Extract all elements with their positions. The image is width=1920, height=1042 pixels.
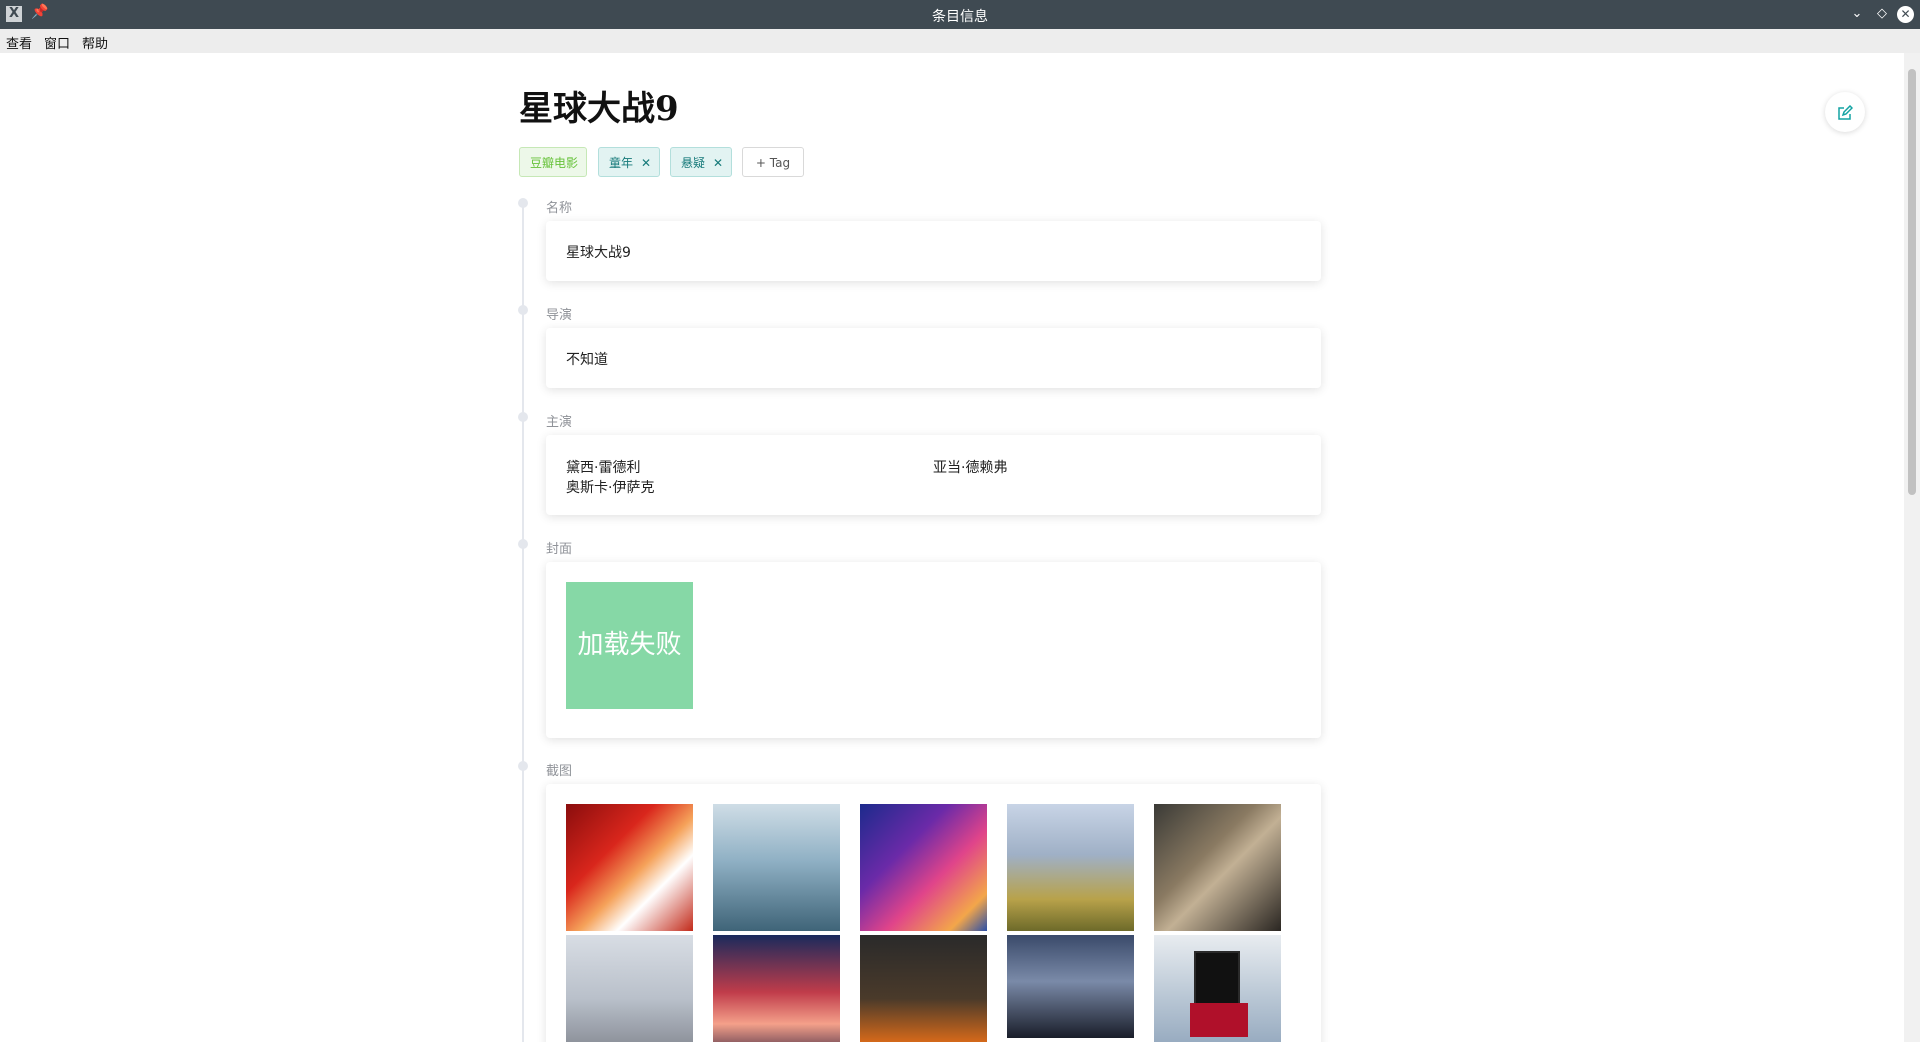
- screenshot-thumbnail[interactable]: [1007, 804, 1134, 931]
- close-icon[interactable]: ✕: [713, 156, 723, 170]
- field-label-director: 导演: [546, 308, 573, 323]
- cover-image-placeholder[interactable]: 加载失败: [566, 582, 693, 709]
- field-card-name: 星球大战9: [546, 221, 1321, 281]
- minimize-icon[interactable]: ⌄: [1847, 4, 1867, 24]
- timeline-dot: [518, 305, 528, 315]
- close-icon[interactable]: ✕: [1897, 6, 1914, 23]
- edit-icon: [1838, 104, 1854, 120]
- timeline-dot: [518, 761, 528, 771]
- edit-button[interactable]: [1825, 92, 1865, 132]
- sign-panel: [1190, 1003, 1248, 1037]
- field-label-cover: 封面: [546, 542, 573, 557]
- timeline-dot: [518, 198, 528, 208]
- sign-board: [1194, 951, 1240, 1005]
- cast-member: 亚当·德赖弗: [933, 460, 1008, 476]
- screenshot-thumbnail[interactable]: [713, 804, 840, 931]
- tag-douban-movie[interactable]: 豆瓣电影: [519, 147, 587, 177]
- screenshot-thumbnail[interactable]: [1154, 935, 1281, 1042]
- tag-label: 豆瓣电影: [530, 156, 579, 170]
- field-card-cast: 黛西·雷德利 亚当·德赖弗 奥斯卡·伊萨克: [546, 435, 1321, 515]
- tag-label: 悬疑: [681, 156, 706, 170]
- vertical-scrollbar[interactable]: [1904, 53, 1920, 1042]
- cast-member: 奥斯卡·伊萨克: [566, 480, 655, 496]
- screenshot-thumbnail[interactable]: [566, 804, 693, 931]
- screenshot-thumbnail[interactable]: [1154, 804, 1281, 931]
- field-label-screenshots: 截图: [546, 764, 573, 779]
- field-value-name: 星球大战9: [566, 245, 631, 261]
- screenshot-thumbnail[interactable]: [860, 935, 987, 1042]
- maximize-icon[interactable]: ◇: [1872, 4, 1892, 24]
- menu-view[interactable]: 查看: [6, 33, 32, 52]
- add-tag-button[interactable]: + Tag: [742, 147, 804, 177]
- menu-bar: 查看 窗口 帮助: [0, 29, 1920, 53]
- timeline-dot: [518, 539, 528, 549]
- screenshot-thumbnail[interactable]: [566, 935, 693, 1042]
- window-titlebar: X 📌 条目信息 ⌄ ◇ ✕: [0, 0, 1920, 29]
- timeline-dot: [518, 412, 528, 422]
- page-title: 星球大战9: [519, 89, 679, 129]
- field-card-cover: 加载失败: [546, 562, 1321, 738]
- tag-suspense[interactable]: 悬疑 ✕: [670, 147, 732, 177]
- field-label-cast: 主演: [546, 415, 573, 430]
- field-label-name: 名称: [546, 201, 573, 216]
- field-value-director: 不知道: [566, 352, 608, 368]
- tag-childhood[interactable]: 童年 ✕: [598, 147, 660, 177]
- menu-window[interactable]: 窗口: [44, 33, 70, 52]
- main-content: 星球大战9 豆瓣电影 童年 ✕ 悬疑 ✕ + Tag 名称 星球大战9 导演 不知道…: [0, 53, 1904, 1042]
- tag-label: 童年: [609, 156, 634, 170]
- field-card-screenshots: [546, 784, 1321, 1042]
- close-icon[interactable]: ✕: [641, 156, 651, 170]
- field-card-director: 不知道: [546, 328, 1321, 388]
- cast-member: 黛西·雷德利: [566, 460, 641, 476]
- screenshot-thumbnail[interactable]: [713, 935, 840, 1042]
- window-title: 条目信息: [932, 9, 988, 25]
- scrollbar-thumb[interactable]: [1908, 69, 1916, 495]
- timeline-line: [522, 203, 524, 1042]
- screenshot-thumbnail[interactable]: [1007, 935, 1134, 1038]
- menu-help[interactable]: 帮助: [82, 33, 108, 52]
- screenshot-thumbnail[interactable]: [860, 804, 987, 931]
